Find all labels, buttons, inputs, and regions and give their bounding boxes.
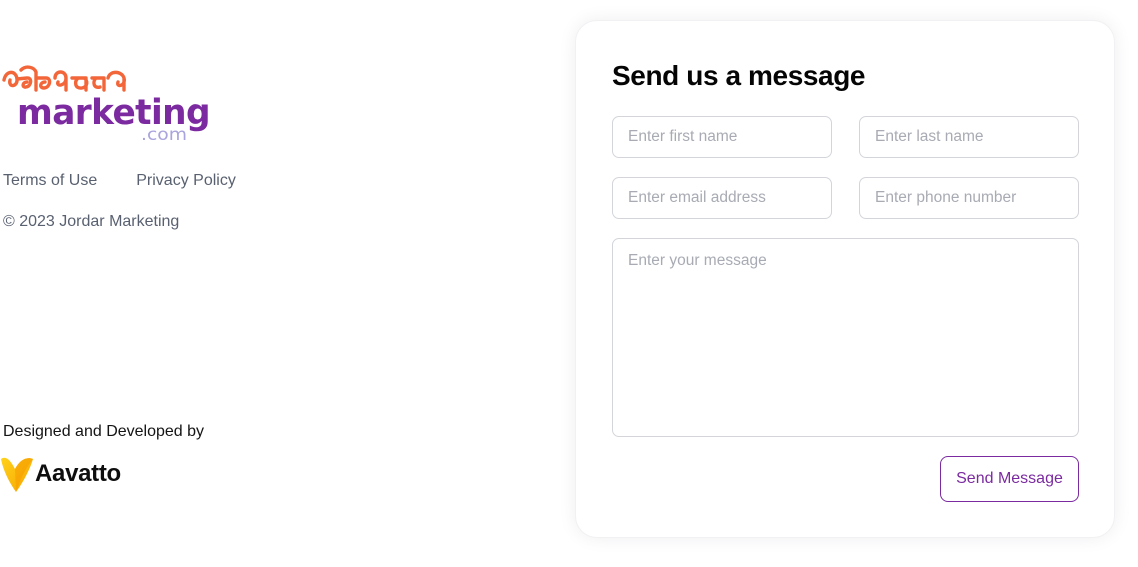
jordar-marketing-logo-graphic: marketing .com xyxy=(2,65,211,145)
first-name-input[interactable] xyxy=(612,116,832,158)
contact-form-card: Send us a message Send Message xyxy=(575,20,1115,538)
jordar-marketing-logo[interactable]: marketing .com xyxy=(0,60,215,146)
footer-links: Terms of Use Privacy Policy xyxy=(3,171,236,191)
terms-of-use-link[interactable]: Terms of Use xyxy=(3,171,97,191)
designed-by-text: Designed and Developed by xyxy=(3,423,205,440)
send-message-button[interactable]: Send Message xyxy=(940,456,1079,502)
aavatto-credit-link[interactable]: Aavatto xyxy=(0,455,121,493)
copyright-text: © 2023 Jordar Marketing xyxy=(3,213,180,230)
contact-footer-section: marketing .com Terms of Use Privacy Poli… xyxy=(0,0,1138,567)
aavatto-logo-icon xyxy=(1,457,33,492)
last-name-input[interactable] xyxy=(859,116,1079,158)
svg-text:.com: .com xyxy=(141,125,187,145)
email-input[interactable] xyxy=(612,177,832,219)
message-textarea[interactable] xyxy=(612,238,1079,437)
phone-input[interactable] xyxy=(859,177,1079,219)
aavatto-name: Aavatto xyxy=(35,460,121,487)
form-title: Send us a message xyxy=(612,60,866,91)
privacy-policy-link[interactable]: Privacy Policy xyxy=(136,171,236,191)
